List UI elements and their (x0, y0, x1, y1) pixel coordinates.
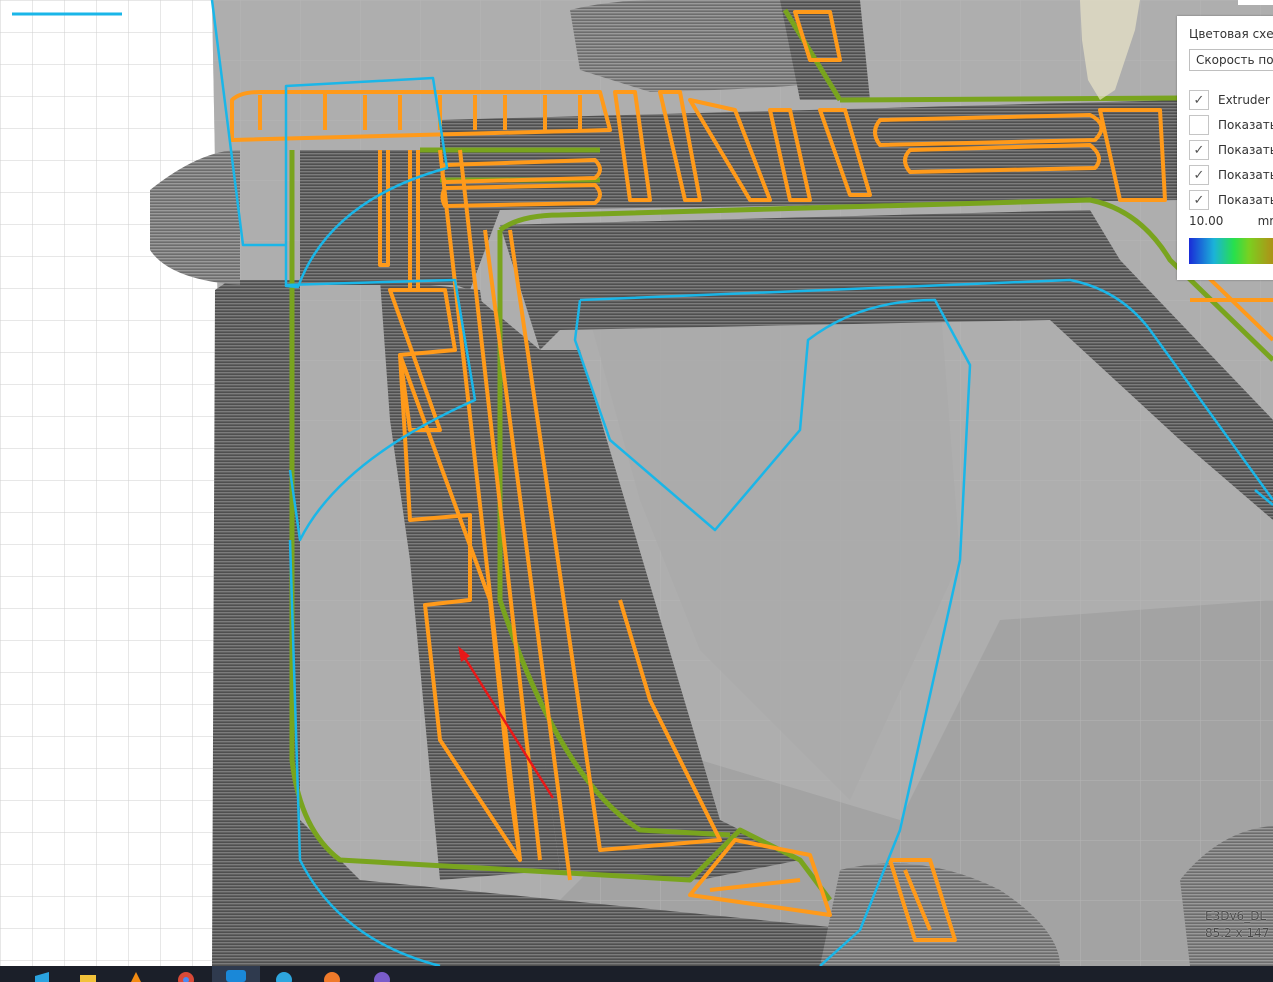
model-info: E3Dv6_DL 85.2 x 147 (1205, 908, 1269, 942)
legend-row-label: Показать (1218, 118, 1273, 132)
speed-gradient-bar (1189, 238, 1273, 264)
cura-icon[interactable] (212, 966, 260, 982)
check-icon: ✓ (1193, 192, 1205, 208)
vlc-icon[interactable] (126, 970, 146, 982)
gradient-min-value: 10.00 (1189, 214, 1224, 228)
model-name: E3Dv6_DL (1205, 909, 1267, 923)
print-preview-canvas[interactable] (0, 0, 1273, 966)
check-icon: ✓ (1193, 92, 1205, 108)
legend-row-show-3[interactable]: ✓ Показать (1189, 164, 1273, 186)
color-scheme-title: Цветовая схем (1189, 27, 1273, 41)
legend-row-show-4[interactable]: ✓ Показать (1189, 189, 1273, 211)
legend-row-label: Показать (1218, 168, 1273, 182)
color-scheme-panel: Цветовая схем Скорость под ✓ Extruder По… (1177, 16, 1273, 280)
chrome-icon[interactable] (176, 970, 196, 982)
build-plate-grid (0, 0, 230, 966)
model-dimensions: 85.2 x 147 (1205, 926, 1270, 940)
show-checkbox-3[interactable]: ✓ (1189, 165, 1209, 185)
legend-row-show-1[interactable]: Показать (1189, 114, 1273, 136)
legend-row-label: Показать (1218, 143, 1273, 157)
viber-icon[interactable] (372, 970, 392, 982)
panel-scrollbar[interactable] (1238, 0, 1273, 5)
show-checkbox-4[interactable]: ✓ (1189, 190, 1209, 210)
taskbar (0, 966, 1273, 982)
legend-row-show-2[interactable]: ✓ Показать (1189, 139, 1273, 161)
telegram-icon[interactable] (274, 970, 294, 982)
legend-row-label: Extruder (1218, 93, 1270, 107)
legend-row-extruder[interactable]: ✓ Extruder (1189, 89, 1270, 111)
gradient-unit: mm/ (1257, 214, 1273, 228)
check-icon: ✓ (1193, 142, 1205, 158)
folder-icon[interactable] (78, 970, 98, 982)
check-icon: ✓ (1193, 167, 1205, 183)
color-scheme-select[interactable]: Скорость под (1189, 49, 1273, 71)
show-checkbox-2[interactable]: ✓ (1189, 140, 1209, 160)
orange-app-icon[interactable] (322, 970, 342, 982)
start-icon[interactable] (32, 970, 52, 982)
legend-row-label: Показать (1218, 193, 1273, 207)
gradient-range: 10.00 mm/ (1189, 214, 1273, 228)
extruder-checkbox[interactable]: ✓ (1189, 90, 1209, 110)
show-checkbox-1[interactable] (1189, 115, 1209, 135)
layer-view-viewport[interactable] (0, 0, 1273, 966)
